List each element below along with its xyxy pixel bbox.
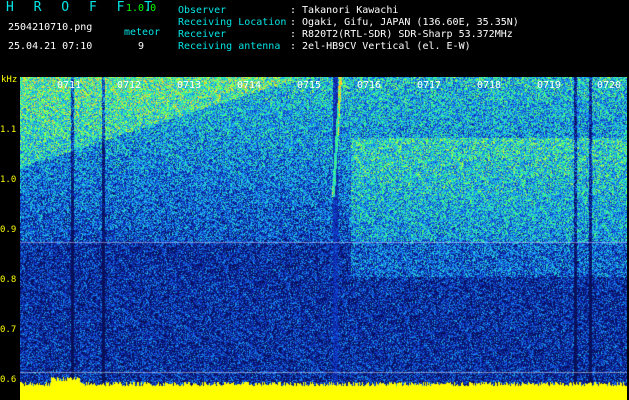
time-tick-0711: 0711 (57, 80, 82, 91)
time-tick-0718: 0718 (477, 80, 502, 91)
value-antenna: : 2el-HB9CV Vertical (el. E-W) (290, 41, 471, 52)
freq-tick-1-0: 1.0 (0, 175, 17, 185)
label-observer: Observer (178, 5, 227, 16)
header-panel: H R O F F T 1.0.0 2504210710.png 25.04.2… (0, 0, 629, 76)
label-receiver: Receiver (178, 29, 227, 40)
date-time: 25.04.21 07:10 (8, 41, 93, 52)
meteor-count: 9 (138, 41, 145, 52)
file-name: 2504210710.png (8, 22, 93, 33)
freq-tick-1-1: 1.1 (0, 125, 17, 135)
frequency-axis: kHz 1.1 1.0 0.9 0.8 0.7 0.6 (0, 75, 20, 400)
time-tick-0715: 0715 (297, 80, 322, 91)
time-tick-0719: 0719 (537, 80, 562, 91)
time-tick-0713: 0713 (177, 80, 202, 91)
freq-tick-0-6: 0.6 (0, 375, 17, 385)
frequency-unit: kHz (1, 75, 18, 85)
meteor-label: meteor (124, 27, 161, 38)
time-tick-0716: 0716 (357, 80, 382, 91)
label-location: Receiving Location (178, 17, 287, 28)
spectrogram (20, 77, 627, 400)
time-tick-0714: 0714 (237, 80, 262, 91)
app-version: 1.0.0 (126, 3, 157, 14)
freq-tick-0-9: 0.9 (0, 225, 17, 235)
label-antenna: Receiving antenna (178, 41, 281, 52)
time-tick-0717: 0717 (417, 80, 442, 91)
value-observer: : Takanori Kawachi (290, 5, 399, 16)
freq-tick-0-8: 0.8 (0, 275, 17, 285)
value-location: : Ogaki, Gifu, JAPAN (136.60E, 35.35N) (290, 17, 519, 28)
time-tick-0712: 0712 (117, 80, 142, 91)
value-receiver: : R820T2(RTL-SDR) SDR-Sharp 53.372MHz (290, 29, 513, 40)
freq-tick-0-7: 0.7 (0, 325, 17, 335)
time-tick-0720: 0720 (597, 80, 622, 91)
